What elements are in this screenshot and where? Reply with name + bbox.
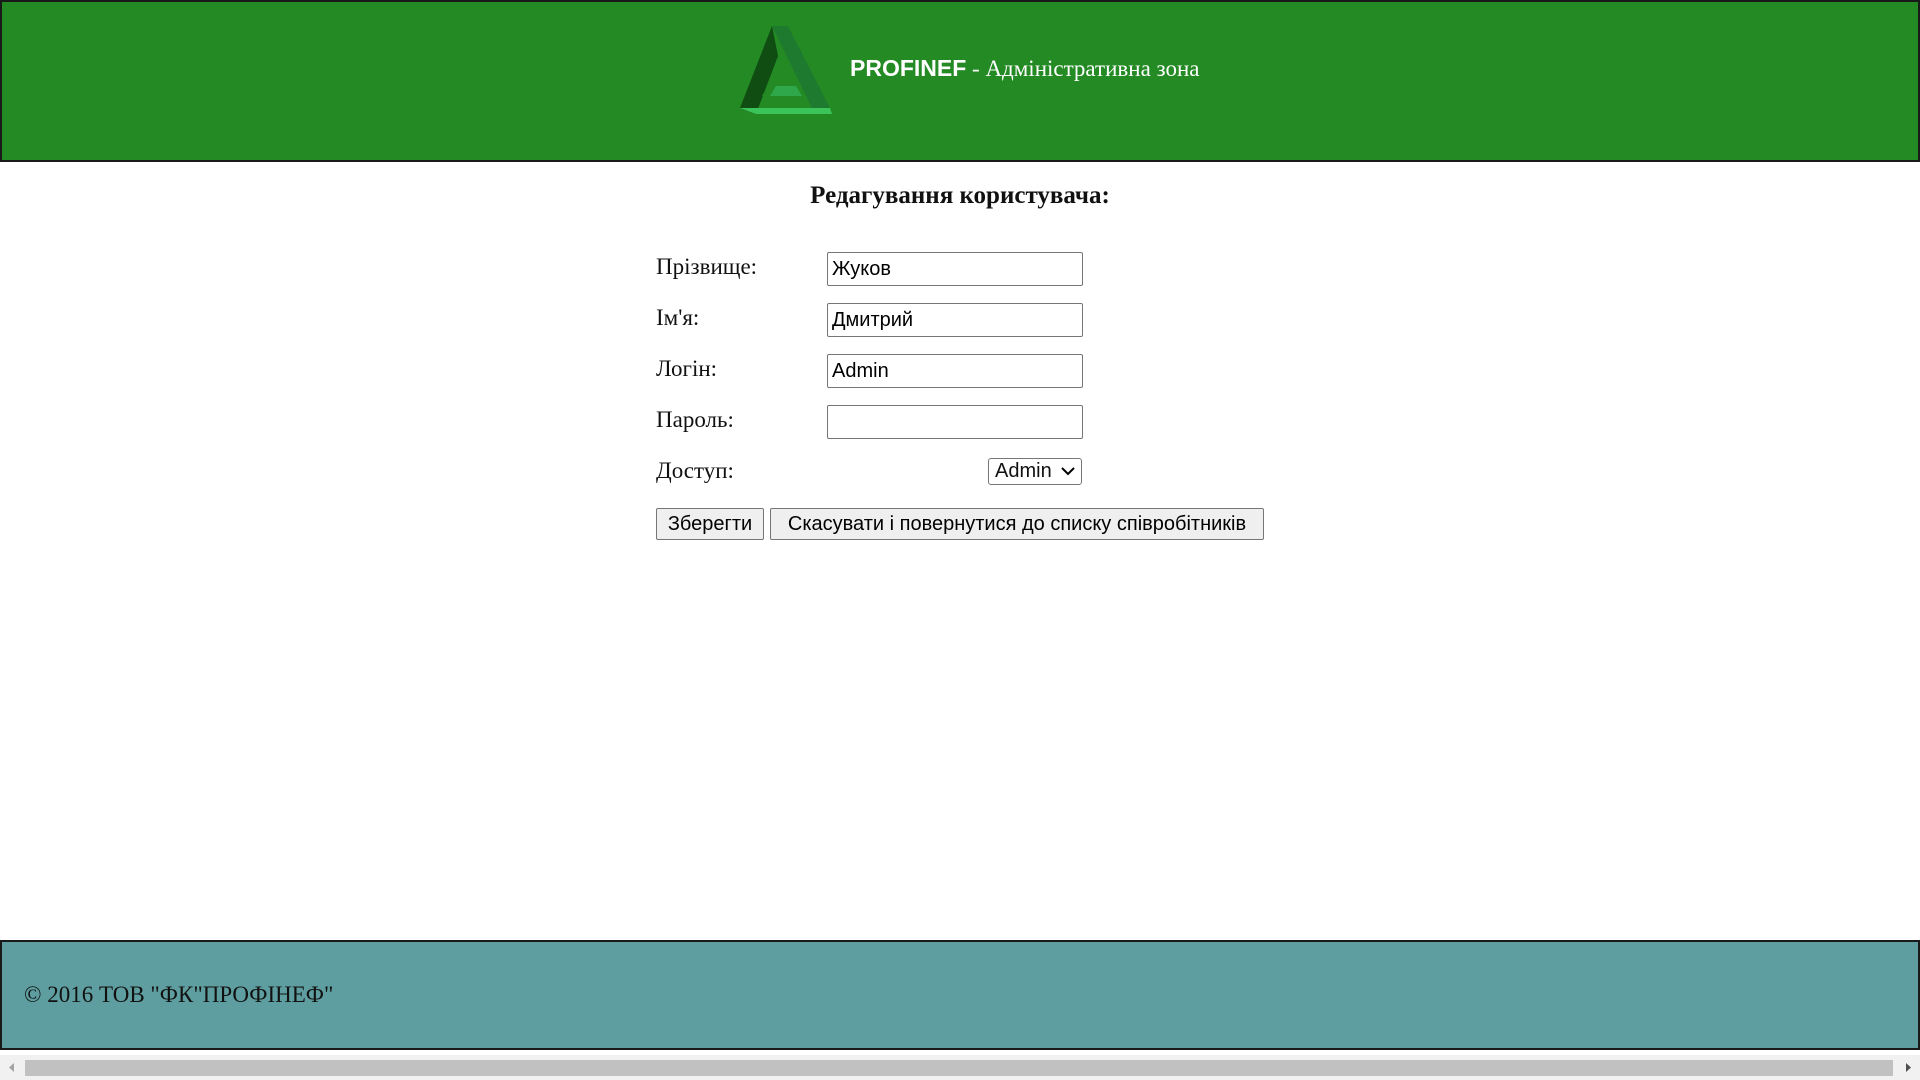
header-bar: PROFINEF - Адміністративна зона [0, 0, 1920, 162]
cancel-return-button[interactable]: Скасувати і повернутися до списку співро… [770, 508, 1264, 540]
footer-bar: © 2016 ТОВ "ФК"ПРОФІНЕФ" [0, 940, 1920, 1050]
page-title: Редагування користувача: [810, 182, 1110, 209]
save-button[interactable]: Зберегти [656, 508, 764, 540]
scrollbar-thumb[interactable] [25, 1060, 1893, 1076]
access-select[interactable]: Admin [988, 458, 1082, 485]
surname-row: Прізвище: [656, 252, 1086, 286]
arrow-right-icon[interactable] [1898, 1055, 1918, 1080]
chevron-down-icon [1061, 467, 1075, 476]
access-select-value: Admin [995, 460, 1052, 482]
brand-title: PROFINEF - Адміністративна зона [850, 54, 1200, 83]
login-label: Логін: [656, 356, 718, 381]
password-label: Пароль: [656, 407, 734, 432]
password-input[interactable] [827, 405, 1083, 439]
brand-name: PROFINEF [850, 55, 967, 81]
surname-label: Прізвище: [656, 254, 758, 279]
access-row: Доступ: Admin [656, 456, 1086, 490]
access-label: Доступ: [656, 458, 734, 483]
password-row: Пароль: [656, 405, 1086, 439]
arrow-left-icon[interactable] [2, 1055, 22, 1080]
profinef-logo-icon [740, 26, 832, 114]
first-name-row: Ім'я: [656, 303, 1086, 337]
first-name-input[interactable] [827, 303, 1083, 337]
horizontal-scrollbar[interactable] [0, 1055, 1920, 1080]
surname-input[interactable] [827, 252, 1083, 286]
login-input[interactable] [827, 354, 1083, 388]
brand-subtitle: - Адміністративна зона [966, 56, 1200, 81]
login-row: Логін: [656, 354, 1086, 388]
first-name-label: Ім'я: [656, 305, 700, 330]
copyright-text: © 2016 ТОВ "ФК"ПРОФІНЕФ" [24, 982, 334, 1007]
